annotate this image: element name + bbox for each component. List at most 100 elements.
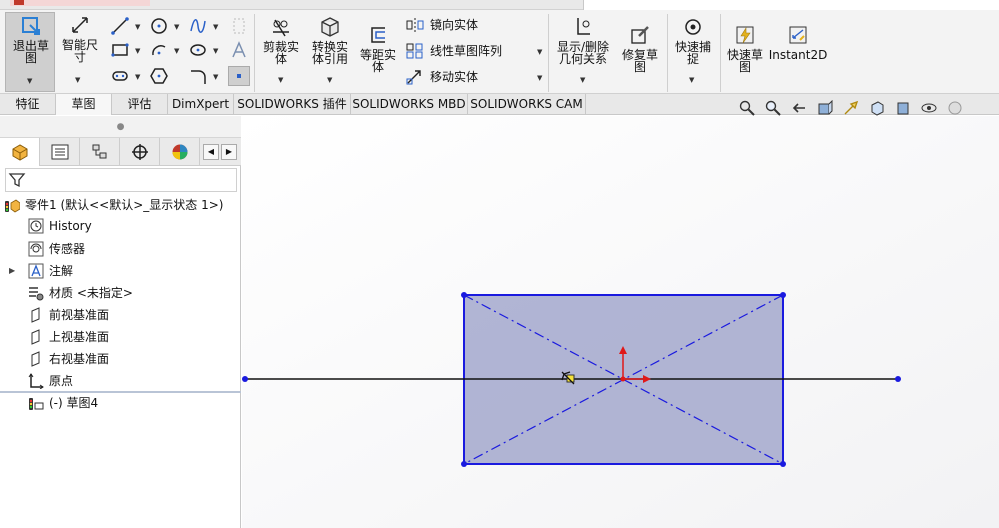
- previous-view-icon[interactable]: [790, 99, 808, 117]
- tab-solidworks-cam[interactable]: SOLIDWORKS CAM: [468, 94, 586, 115]
- move-entities-button[interactable]: 移动实体: [406, 68, 478, 85]
- rapid-sketch-button[interactable]: 快速草 图: [722, 24, 768, 84]
- tab-solidworks-mbd[interactable]: SOLIDWORKS MBD: [351, 94, 468, 115]
- tab-scroll-right[interactable]: ▶: [221, 144, 237, 160]
- show-delete-relations-button[interactable]: 显示/删除 几何关系 ▼: [552, 12, 614, 92]
- sketch-canvas[interactable]: [242, 116, 999, 528]
- tree-item-annotations[interactable]: 注解: [28, 262, 73, 279]
- linear-pattern-button[interactable]: 线性草图阵列: [406, 42, 502, 59]
- exit-sketch-button[interactable]: 退出草 图 ▼: [5, 12, 55, 92]
- rollback-bar[interactable]: [0, 391, 241, 393]
- origin-icon: [28, 372, 44, 389]
- tab-dimxpert-manager[interactable]: [120, 138, 160, 166]
- hide-show-items-icon[interactable]: [920, 99, 938, 117]
- heads-up-view-toolbar: [738, 98, 964, 118]
- slot-tool-icon[interactable]: [109, 66, 131, 86]
- tab-configuration-manager[interactable]: [80, 138, 120, 166]
- chevron-down-icon: ▼: [27, 77, 33, 85]
- plane-tool-icon[interactable]: [228, 16, 250, 36]
- instant2d-icon: [789, 26, 807, 44]
- chevron-down-icon: ▼: [75, 76, 81, 84]
- material-icon: [29, 286, 44, 300]
- trim-icon: [273, 19, 289, 37]
- convert-entities-icon: [321, 17, 339, 37]
- expand-arrow-icon[interactable]: ▶: [9, 266, 15, 275]
- chevron-down-icon[interactable]: ▼: [135, 73, 140, 81]
- chevron-down-icon[interactable]: ▼: [537, 74, 542, 82]
- material-label: 材质 <未指定>: [49, 286, 133, 300]
- chevron-down-icon[interactable]: ▼: [174, 23, 179, 31]
- tree-item-right-plane[interactable]: 右视基准面: [28, 350, 109, 367]
- arc-tool-icon[interactable]: [148, 40, 170, 60]
- tree-item-origin[interactable]: 原点: [28, 372, 73, 389]
- fillet-tool-icon[interactable]: [187, 66, 209, 86]
- chevron-down-icon[interactable]: ▼: [135, 23, 140, 31]
- line-tool-icon[interactable]: [109, 16, 131, 36]
- zoom-to-fit-icon[interactable]: [738, 99, 756, 117]
- dynamic-annotation-icon[interactable]: [842, 99, 860, 117]
- rectangle-corner-point[interactable]: [780, 461, 786, 467]
- spline-tool-icon[interactable]: [187, 16, 209, 36]
- circle-tool-icon[interactable]: [148, 16, 170, 36]
- tree-item-material[interactable]: 材质 <未指定>: [28, 284, 133, 301]
- tab-solidworks-addins[interactable]: SOLIDWORKS 插件: [234, 94, 351, 115]
- repair-sketch-button[interactable]: 修复草 图: [618, 24, 662, 84]
- quick-snaps-button[interactable]: 快速捕 捉 ▼: [670, 12, 716, 92]
- offset-entities-button[interactable]: 等距实 体: [356, 24, 400, 84]
- trim-entities-button[interactable]: 剪裁实 体 ▼: [258, 12, 304, 92]
- ribbon-separator: [254, 14, 255, 92]
- title-search-area: [583, 0, 999, 10]
- tab-features[interactable]: 特征: [0, 94, 56, 115]
- quick-snaps-icon: [685, 19, 701, 35]
- chevron-down-icon[interactable]: ▼: [135, 47, 140, 55]
- instant2d-button[interactable]: Instant2D: [768, 24, 828, 64]
- convert-entities-button[interactable]: 转换实 体引用 ▼: [306, 12, 354, 92]
- tab-feature-manager[interactable]: [0, 138, 40, 166]
- tree-item-sketch4[interactable]: (-) 草图4: [28, 394, 98, 411]
- tab-display-manager[interactable]: [160, 138, 200, 166]
- chevron-down-icon[interactable]: ▼: [174, 47, 179, 55]
- zoom-to-area-icon[interactable]: [764, 99, 782, 117]
- rectangle-corner-point[interactable]: [461, 461, 467, 467]
- move-label: 移动实体: [430, 70, 479, 84]
- tree-item-history[interactable]: History: [28, 218, 92, 234]
- tab-property-manager[interactable]: [40, 138, 80, 166]
- chevron-down-icon[interactable]: ▼: [213, 23, 218, 31]
- mirror-entities-button[interactable]: 镜向实体: [406, 16, 478, 33]
- ellipse-tool-icon[interactable]: [187, 40, 209, 60]
- part-icon: [5, 199, 20, 212]
- edit-appearance-icon[interactable]: [946, 99, 964, 117]
- rectangle-corner-point[interactable]: [461, 292, 467, 298]
- ribbon-separator: [720, 14, 721, 92]
- view-orientation-icon[interactable]: [868, 99, 886, 117]
- tab-scroll-left[interactable]: ◀: [203, 144, 219, 160]
- tree-item-front-plane[interactable]: 前视基准面: [28, 306, 109, 323]
- instant2d-label: Instant2D: [768, 48, 828, 62]
- tree-item-top-plane[interactable]: 上视基准面: [28, 328, 109, 345]
- smart-dimension-button[interactable]: 智能尺 寸 ▼: [57, 12, 103, 92]
- rectangle-tool-icon[interactable]: [109, 40, 131, 60]
- tab-evaluate[interactable]: 评估: [112, 94, 168, 115]
- graphics-area[interactable]: [242, 116, 999, 528]
- exit-sketch-icon: [22, 17, 40, 35]
- text-tool-icon[interactable]: [228, 40, 250, 60]
- top-plane-label: 上视基准面: [49, 330, 110, 344]
- feature-tree-filter[interactable]: [5, 168, 237, 192]
- tree-item-sensors[interactable]: 传感器: [28, 240, 85, 257]
- panel-grip[interactable]: ●: [0, 116, 241, 138]
- point-tool-icon[interactable]: [228, 66, 250, 86]
- tab-dimxpert[interactable]: DimXpert: [168, 94, 234, 115]
- chevron-down-icon[interactable]: ▼: [213, 47, 218, 55]
- rectangle-corner-point[interactable]: [780, 292, 786, 298]
- line-endpoint[interactable]: [895, 376, 901, 382]
- line-endpoint[interactable]: [242, 376, 248, 382]
- section-view-icon[interactable]: [816, 99, 834, 117]
- repair-sketch-icon: [631, 26, 649, 44]
- display-style-icon[interactable]: [894, 99, 912, 117]
- tab-sketch[interactable]: 草图: [56, 94, 112, 115]
- chevron-down-icon[interactable]: ▼: [213, 73, 218, 81]
- display-manager-icon: [172, 144, 187, 160]
- polygon-tool-icon[interactable]: [148, 66, 170, 86]
- tree-root-part[interactable]: 零件1 (默认<<默认>_显示状态 1>): [4, 196, 223, 213]
- chevron-down-icon[interactable]: ▼: [537, 48, 542, 56]
